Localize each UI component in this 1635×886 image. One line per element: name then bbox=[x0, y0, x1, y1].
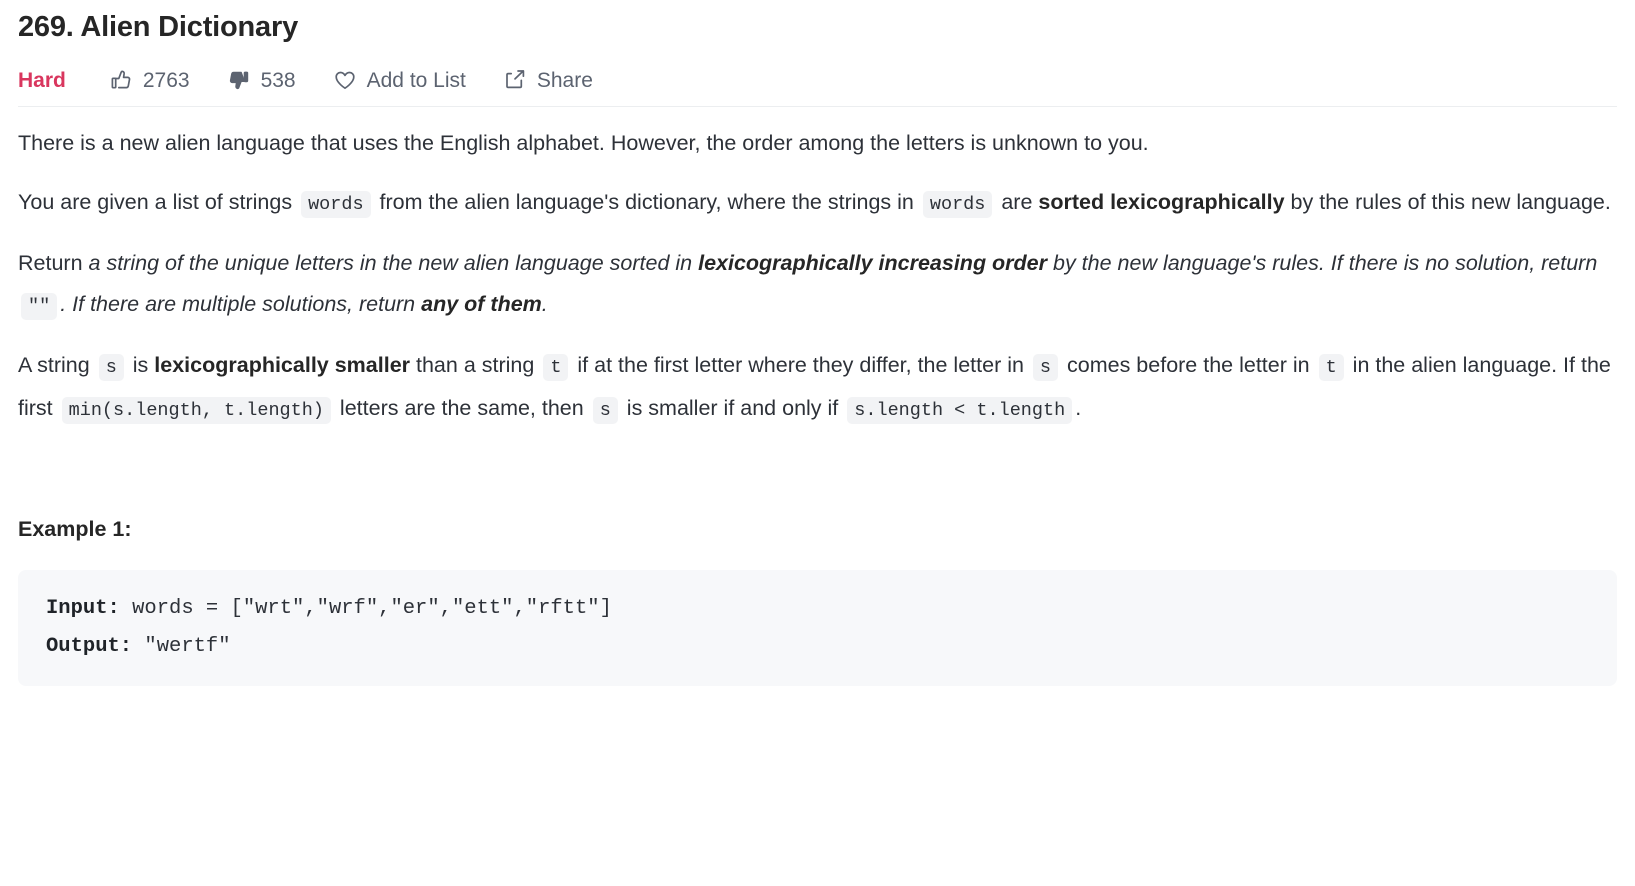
p3-italic-4: . bbox=[541, 292, 548, 316]
inline-code-length-compare: s.length < t.length bbox=[847, 397, 1073, 424]
add-to-list-button[interactable]: Add to List bbox=[332, 67, 466, 93]
p2-text-2: from the alien language's dictionary, wh… bbox=[373, 190, 920, 214]
description-paragraph-2: You are given a list of strings words fr… bbox=[18, 182, 1617, 225]
p4-text-5: comes before the letter in bbox=[1061, 353, 1316, 377]
description-paragraph-1: There is a new alien language that uses … bbox=[18, 123, 1617, 164]
paragraph-1-text: There is a new alien language that uses … bbox=[18, 131, 1149, 155]
p4-text-1: A string bbox=[18, 353, 96, 377]
inline-code-min-length: min(s.length, t.length) bbox=[61, 397, 331, 424]
inline-code-words-2: words bbox=[922, 191, 993, 218]
like-count: 2763 bbox=[142, 68, 190, 92]
description-paragraph-3: Return a string of the unique letters in… bbox=[18, 243, 1617, 327]
p3-italic-2: by the new language's rules. If there is… bbox=[1047, 251, 1598, 275]
difficulty-label: Hard bbox=[18, 68, 66, 92]
p4-text-3: than a string bbox=[410, 353, 541, 377]
p4-text-7: letters are the same, then bbox=[333, 396, 590, 420]
thumbs-down-icon bbox=[226, 67, 252, 93]
add-to-list-label: Add to List bbox=[366, 68, 466, 92]
dislike-count: 538 bbox=[260, 68, 296, 92]
page-title: 269. Alien Dictionary bbox=[18, 11, 298, 43]
input-value: words = ["wrt","wrf","er","ett","rftt"] bbox=[119, 597, 612, 620]
heart-icon bbox=[332, 67, 358, 93]
problem-page: 269. Alien Dictionary Hard 2763 538 Add … bbox=[0, 0, 1635, 686]
input-label: Input: bbox=[46, 597, 120, 620]
output-label: Output: bbox=[46, 635, 133, 658]
p3-bolditalic-increasing-order: lexicographically increasing order bbox=[698, 251, 1048, 275]
example-1-code-block: Input: words = ["wrt","wrf","er","ett","… bbox=[18, 570, 1617, 686]
output-value: "wertf" bbox=[132, 635, 231, 658]
p3-italic-3: . If there are multiple solutions, retur… bbox=[60, 292, 422, 316]
p2-text-1: You are given a list of strings bbox=[18, 190, 299, 214]
dislike-button[interactable]: 538 bbox=[226, 67, 296, 93]
p3-bolditalic-any-of-them: any of them bbox=[421, 292, 542, 316]
inline-code-t-1: t bbox=[543, 354, 569, 381]
share-button[interactable]: Share bbox=[502, 67, 593, 93]
share-label: Share bbox=[536, 68, 593, 92]
problem-meta-row: Hard 2763 538 Add to List Share bbox=[18, 54, 1617, 106]
inline-code-empty-string: "" bbox=[21, 293, 58, 320]
like-button[interactable]: 2763 bbox=[108, 67, 190, 93]
p4-text-2: is bbox=[126, 353, 155, 377]
p3-text-1: Return bbox=[18, 251, 89, 275]
p2-text-4: by the rules of this new language. bbox=[1284, 190, 1611, 214]
description-paragraph-4: A string s is lexicographically smaller … bbox=[18, 345, 1617, 431]
p4-text-9: . bbox=[1075, 396, 1082, 420]
difficulty-badge: Hard bbox=[18, 70, 66, 91]
p4-text-4: if at the first letter where they differ… bbox=[571, 353, 1030, 377]
inline-code-s-2: s bbox=[1032, 354, 1059, 381]
inline-code-s-3: s bbox=[592, 397, 618, 424]
inline-code-t-2: t bbox=[1318, 354, 1344, 381]
p3-italic-1: a string of the unique letters in the ne… bbox=[88, 251, 699, 275]
inline-code-s-1: s bbox=[98, 354, 124, 381]
problem-description: There is a new alien language that uses … bbox=[18, 107, 1617, 686]
p2-bold-sorted-lexicographically: sorted lexicographically bbox=[1038, 190, 1285, 214]
p4-bold-lexicographically-smaller: lexicographically smaller bbox=[154, 353, 411, 377]
p2-text-3: are bbox=[995, 190, 1039, 214]
example-1-heading: Example 1: bbox=[18, 517, 132, 541]
p4-text-8: is smaller if and only if bbox=[620, 396, 845, 420]
share-icon bbox=[502, 67, 528, 93]
inline-code-words-1: words bbox=[301, 191, 371, 218]
thumbs-up-icon bbox=[108, 67, 134, 93]
